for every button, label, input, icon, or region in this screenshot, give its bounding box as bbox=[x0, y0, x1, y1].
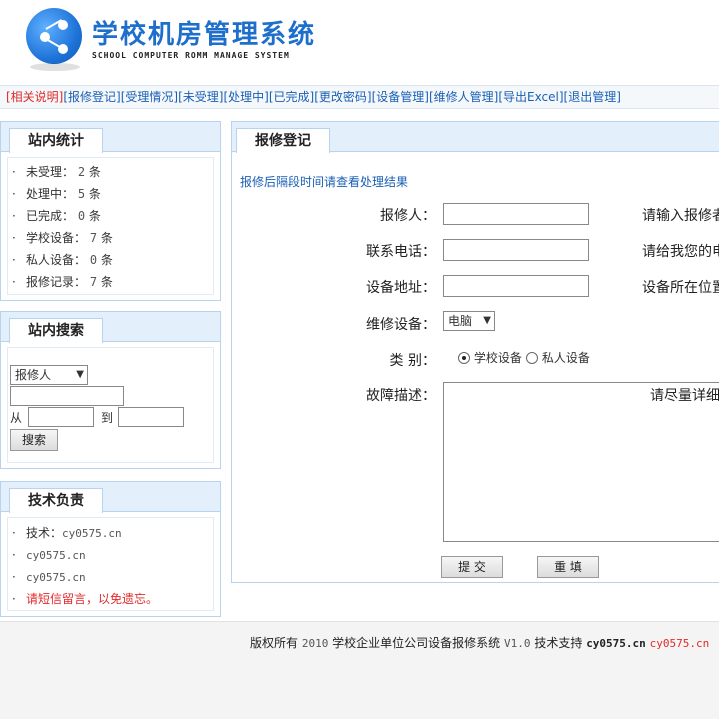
stat-processing: · 处理中： 5 条 bbox=[12, 187, 101, 201]
header: 学校机房管理系统 SCHOOL COMPUTER ROMM MANAGE SYS… bbox=[0, 0, 719, 80]
footer-support-link[interactable]: cy0575.cn bbox=[650, 637, 710, 650]
tech-line-2: · cy0575.cn bbox=[12, 548, 86, 562]
search-button[interactable]: 搜索 bbox=[10, 429, 58, 451]
from-label: 从 bbox=[10, 411, 23, 425]
reporter-input[interactable] bbox=[443, 203, 589, 225]
nav-repairer-manage[interactable]: [维修人管理] bbox=[429, 90, 498, 104]
to-label: 到 bbox=[101, 411, 114, 425]
stats-panel: 站内统计 · 未受理： 2 条 · 处理中： 5 条 · 已完成： 0 条 · 学校设备… bbox=[0, 121, 221, 301]
nav-report[interactable]: [报修登记] bbox=[63, 90, 120, 104]
type-radio-private[interactable]: 私人设备 bbox=[526, 349, 590, 366]
search-panel: 站内搜索 报修人 ▼ 从 到 搜索 bbox=[0, 311, 221, 469]
app-title: 学校机房管理系统 bbox=[92, 20, 317, 50]
nav-unaccepted[interactable]: [未受理] bbox=[178, 90, 223, 104]
nav-completed[interactable]: [已完成] bbox=[269, 90, 314, 104]
device-label: 维修设备： bbox=[366, 317, 436, 333]
date-from-input[interactable] bbox=[28, 407, 94, 427]
reporter-label: 报修人： bbox=[380, 208, 436, 224]
nav-help[interactable]: [相关说明] bbox=[6, 90, 63, 104]
nav-device-manage[interactable]: [设备管理] bbox=[372, 90, 429, 104]
form-note: 报修后隔段时间请查看处理结果 bbox=[240, 175, 409, 189]
device-select[interactable]: 电脑 ▼ bbox=[443, 311, 495, 331]
phone-label: 联系电话： bbox=[366, 244, 436, 260]
tech-title: 技术负责 bbox=[9, 488, 103, 513]
tech-line-3: · cy0575.cn bbox=[12, 570, 86, 584]
stat-school-devices: · 学校设备： 7 条 bbox=[12, 231, 113, 245]
phone-input[interactable] bbox=[443, 239, 589, 261]
tech-line-4: · 请短信留言，以免遗忘。 bbox=[12, 592, 159, 606]
stat-private-devices: · 私人设备： 0 条 bbox=[12, 253, 113, 267]
form-title: 报修登记 bbox=[236, 128, 330, 153]
logo-icon bbox=[26, 8, 82, 64]
type-label: 类 别： bbox=[389, 353, 436, 369]
search-title: 站内搜索 bbox=[9, 318, 103, 343]
chevron-down-icon: ▼ bbox=[76, 369, 84, 380]
address-hint: 设备所在位置 bbox=[642, 280, 719, 296]
phone-hint: 请给我您的电 bbox=[642, 244, 719, 260]
footer: 版权所有 2010 学校企业单位公司设备报修系统 V1.0 技术支持 cy057… bbox=[0, 621, 719, 719]
nav-status[interactable]: [受理情况] bbox=[121, 90, 178, 104]
reporter-hint: 请输入报修者 bbox=[642, 208, 719, 224]
footer-text: 版权所有 2010 学校企业单位公司设备报修系统 V1.0 技术支持 cy057… bbox=[250, 636, 710, 650]
app-subtitle: SCHOOL COMPUTER ROMM MANAGE SYSTEM bbox=[92, 51, 290, 60]
radio-unchecked-icon bbox=[526, 352, 538, 364]
address-label: 设备地址： bbox=[366, 280, 436, 296]
fault-textarea[interactable] bbox=[443, 382, 719, 542]
address-input[interactable] bbox=[443, 275, 589, 297]
stat-unaccepted: · 未受理： 2 条 bbox=[12, 165, 101, 179]
reset-button[interactable]: 重 填 bbox=[537, 556, 599, 578]
nav-change-password[interactable]: [更改密码] bbox=[314, 90, 371, 104]
search-field-select[interactable]: 报修人 ▼ bbox=[10, 365, 88, 385]
nav-processing[interactable]: [处理中] bbox=[224, 90, 269, 104]
logo-shadow bbox=[30, 63, 80, 71]
radio-checked-icon bbox=[458, 352, 470, 364]
date-to-input[interactable] bbox=[118, 407, 184, 427]
search-keyword-input[interactable] bbox=[10, 386, 124, 406]
fault-hint: 请尽量详细 bbox=[650, 388, 719, 404]
stats-title: 站内统计 bbox=[9, 128, 103, 153]
fault-label: 故障描述： bbox=[366, 388, 436, 404]
nav-logout[interactable]: [退出管理] bbox=[564, 90, 621, 104]
nav-export-excel[interactable]: [导出Excel] bbox=[498, 90, 563, 104]
top-nav: [相关说明][报修登记][受理情况][未受理][处理中][已完成][更改密码][… bbox=[0, 85, 719, 109]
tech-line-1: · 技术：cy0575.cn bbox=[12, 526, 122, 540]
submit-button[interactable]: 提 交 bbox=[441, 556, 503, 578]
stat-repair-records: · 报修记录： 7 条 bbox=[12, 275, 113, 289]
repair-form-panel: 报修登记 报修后隔段时间请查看处理结果 报修人： 请输入报修者 联系电话： 请给… bbox=[231, 121, 719, 583]
stat-completed: · 已完成： 0 条 bbox=[12, 209, 101, 223]
type-radio-school[interactable]: 学校设备 bbox=[458, 349, 522, 366]
chevron-down-icon: ▼ bbox=[483, 315, 491, 326]
tech-panel: 技术负责 · 技术：cy0575.cn · cy0575.cn · cy0575.cn… bbox=[0, 481, 221, 617]
